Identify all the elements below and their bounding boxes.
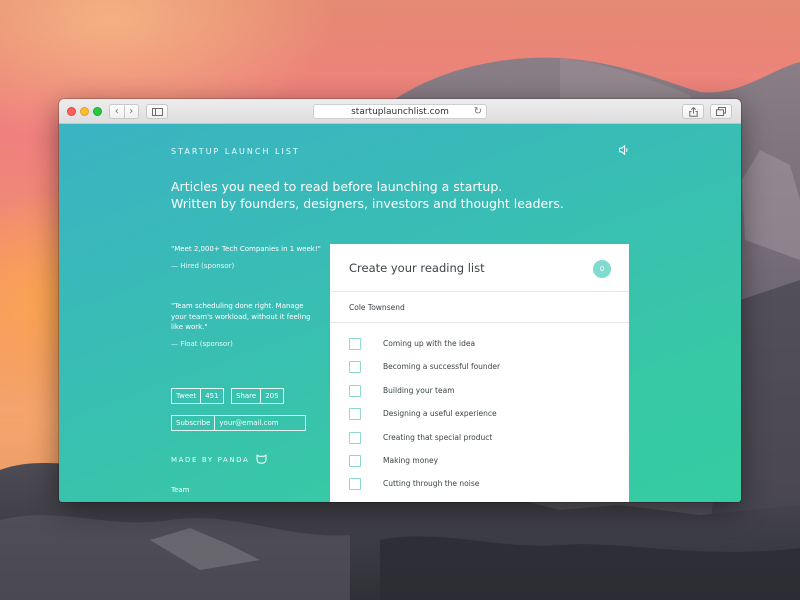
sponsor-quote-hired[interactable]: "Meet 2,000+ Tech Companies in 1 week!" … [171, 244, 331, 271]
made-by-panda[interactable]: MADE BY PANDA [171, 456, 249, 464]
team-link[interactable]: Team [171, 485, 190, 496]
team-label: Team [171, 486, 190, 494]
item-checkbox[interactable] [349, 361, 361, 374]
tweet-button[interactable]: Tweet 451 [171, 388, 224, 404]
list-item[interactable]: Designing a useful experience [330, 407, 629, 430]
address-bar[interactable]: startuplaunchlist.com ↻ [313, 104, 487, 119]
item-label: Becoming a successful founder [383, 362, 501, 372]
share-button[interactable]: Share 205 [231, 388, 284, 404]
speaker-icon[interactable] [618, 144, 630, 156]
list-item[interactable]: Becoming a successful founder [330, 360, 629, 383]
browser-toolbar: ‹ › startuplaunchlist.com ↻ [59, 99, 741, 124]
subscribe-form: Subscribe [171, 415, 320, 431]
headline-line-2: Written by founders, designers, investor… [171, 196, 564, 211]
panda-icon[interactable] [256, 454, 267, 464]
list-item[interactable]: Cutting through the noise [330, 477, 629, 500]
item-label: Building your team [383, 385, 455, 395]
headline-line-1: Articles you need to read before launchi… [171, 179, 503, 194]
item-checkbox[interactable] [349, 408, 361, 421]
item-label: Creating that special product [383, 432, 493, 442]
share-icon[interactable] [682, 104, 704, 119]
item-label: Cutting through the noise [383, 479, 480, 489]
subscribe-button[interactable]: Subscribe [172, 416, 216, 430]
item-checkbox[interactable] [349, 384, 361, 397]
close-window-button[interactable] [67, 107, 76, 116]
sponsor-source: — Float (sponsor) [171, 339, 233, 348]
reload-icon[interactable]: ↻ [474, 106, 482, 117]
item-label: Coming up with the idea [383, 339, 476, 348]
list-item[interactable]: Creating that special product [330, 431, 629, 454]
tabs-icon[interactable] [710, 104, 732, 119]
reading-list-header: Create your reading list 0 [330, 244, 629, 292]
browser-window: ‹ › startuplaunchlist.com ↻ STARTUP LAUN… [59, 99, 741, 502]
share-count: 205 [260, 389, 282, 403]
url-text: startuplaunchlist.com [351, 106, 449, 117]
article-list: Coming up with the idea Becoming a succe… [330, 323, 629, 501]
share-label: Share [236, 392, 257, 400]
zoom-window-button[interactable] [93, 107, 102, 116]
reading-list-title: Create your reading list [349, 261, 485, 275]
page-content: STARTUP LAUNCH LIST Articles you need to… [59, 124, 741, 502]
item-label: Designing a useful experience [383, 409, 497, 419]
item-checkbox[interactable] [349, 478, 361, 491]
back-arrow-icon[interactable]: ‹ [110, 105, 125, 118]
item-checkbox[interactable] [349, 431, 361, 444]
page-headline: Articles you need to read before launchi… [171, 178, 564, 212]
email-input[interactable] [215, 416, 320, 430]
list-item[interactable]: Building your team [330, 384, 629, 407]
sponsor-quote-float[interactable]: "Team scheduling done right. Manage your… [171, 301, 311, 349]
item-checkbox[interactable] [349, 454, 361, 467]
reading-list-card: Create your reading list 0 Cole Townsend… [330, 244, 629, 502]
site-brand[interactable]: STARTUP LAUNCH LIST [171, 147, 300, 156]
list-item[interactable]: Coming up with the idea [330, 337, 629, 360]
author-name: Cole Townsend [330, 292, 629, 323]
sponsor-quote-text: "Team scheduling done right. Manage your… [171, 302, 311, 331]
tweet-label: Tweet [176, 392, 197, 400]
forward-arrow-icon[interactable]: › [125, 105, 139, 118]
sponsor-quote-text: "Meet 2,000+ Tech Companies in 1 week!" [171, 245, 321, 253]
navigation-buttons: ‹ › [109, 104, 139, 119]
minimize-window-button[interactable] [80, 107, 89, 116]
list-item[interactable]: Making money [330, 454, 629, 477]
sponsor-source: — Hired (sponsor) [171, 261, 235, 270]
tweet-count: 451 [200, 389, 222, 403]
item-checkbox[interactable] [349, 338, 361, 350]
selected-count-badge: 0 [593, 260, 611, 278]
item-label: Making money [383, 455, 439, 465]
sidebar-icon[interactable] [146, 104, 168, 119]
